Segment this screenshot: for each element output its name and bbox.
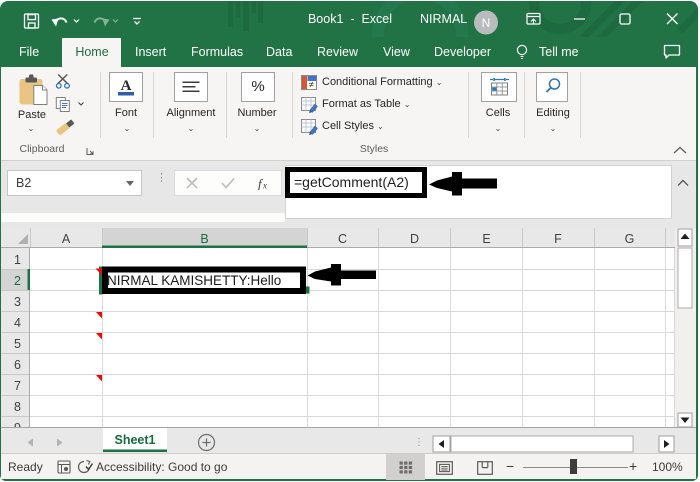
svg-text:NIRMAL KAMISHETTY:Hello: NIRMAL KAMISHETTY:Hello	[107, 273, 281, 288]
svg-text:G: G	[625, 232, 635, 246]
svg-text:B: B	[200, 232, 208, 246]
svg-text:⋮: ⋮	[414, 437, 424, 448]
svg-text:≠: ≠	[309, 80, 314, 90]
svg-text:7: 7	[14, 379, 21, 393]
svg-text:F: F	[554, 232, 562, 246]
svg-text:A: A	[62, 232, 71, 246]
svg-text:6: 6	[14, 358, 21, 372]
svg-text:5: 5	[14, 337, 21, 351]
svg-text:C: C	[338, 232, 347, 246]
svg-text:N: N	[482, 16, 491, 30]
svg-text:E: E	[482, 232, 490, 246]
svg-text:D: D	[410, 232, 419, 246]
svg-text:3: 3	[14, 295, 21, 309]
svg-text:4: 4	[14, 316, 21, 330]
svg-text:8: 8	[14, 400, 21, 414]
svg-text:1: 1	[14, 253, 21, 267]
svg-text:2: 2	[14, 274, 21, 288]
svg-text:Sheet1: Sheet1	[115, 433, 156, 447]
svg-text:A: A	[121, 78, 132, 94]
